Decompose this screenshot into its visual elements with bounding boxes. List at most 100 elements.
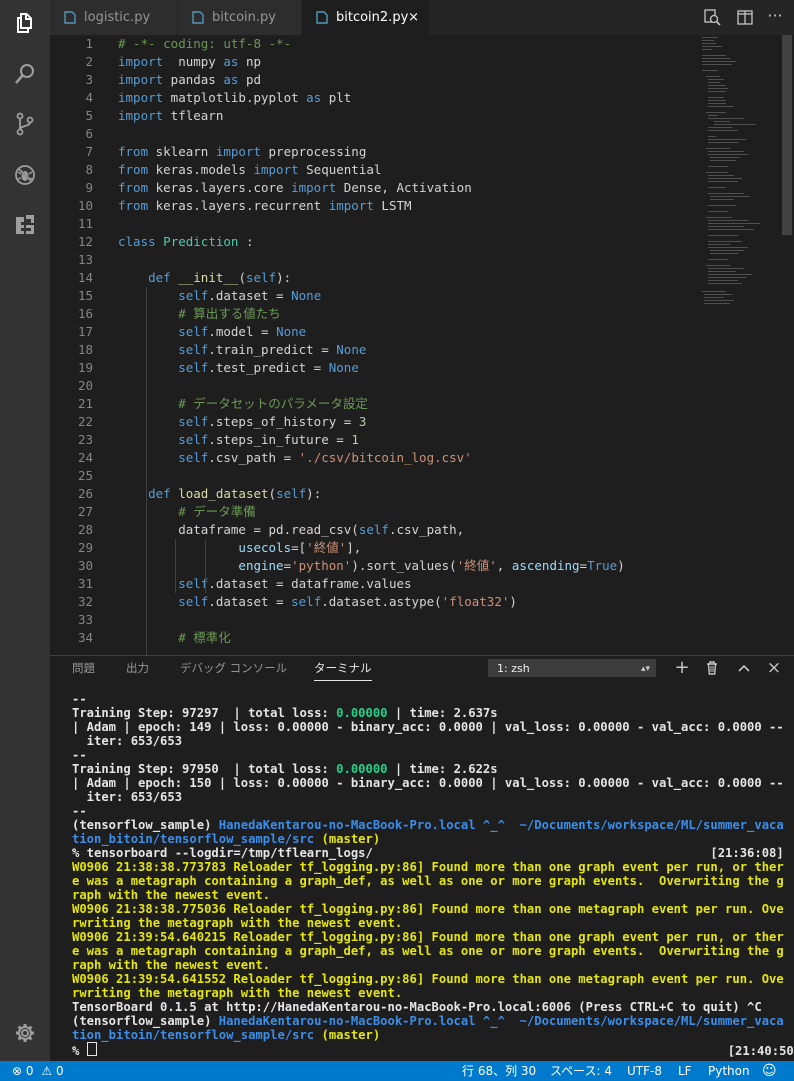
terminal-output[interactable]: -- Training Step: 97297 | total loss: 0.0… (72, 692, 794, 1058)
maximize-panel-icon[interactable] (736, 660, 752, 676)
terminal-line: % tensorboard --logdir=/tmp/tflearn_logs… (72, 846, 784, 860)
line-number: 2 (85, 54, 93, 69)
terminal-line: Training Step: 97950 | total loss: 0.000… (72, 762, 498, 776)
terminal-line: -- (72, 692, 87, 706)
terminal-line: iter: 653/653 (72, 734, 183, 748)
terminal-line: iter: 653/653 (72, 790, 183, 804)
terminal-line: -- (72, 748, 87, 762)
gear-icon[interactable] (13, 1021, 37, 1045)
scrollbar-thumb[interactable] (782, 35, 792, 235)
terminal-line: | Adam | epoch: 149 | loss: 0.00000 - bi… (72, 720, 784, 734)
code-text: self.train_predict = None (178, 342, 367, 357)
terminal-line: (tensorflow_sample) HanedaKentarou-no-Ma… (72, 818, 784, 832)
close-icon[interactable]: × (408, 0, 419, 35)
code-text: self.csv_path = './csv/bitcoin_log.csv' (178, 450, 472, 465)
source-control-icon[interactable] (13, 112, 37, 136)
line-number: 9 (85, 180, 93, 195)
code-text: # 標準化 (178, 630, 231, 645)
warning-icon: ⚠ (41, 1064, 53, 1078)
code-text: import pandas as pd (118, 72, 262, 87)
minimap[interactable] (700, 35, 780, 655)
open-preview-icon[interactable] (704, 9, 722, 27)
line-number: 13 (77, 252, 93, 267)
error-count: 0 (25, 1064, 34, 1078)
code-text: def __init__(self): (148, 270, 292, 285)
line-number: 10 (77, 198, 93, 213)
tab-debug-console[interactable]: デバッグ コンソール (180, 656, 287, 680)
line-number: 33 (77, 612, 93, 627)
line-number: 31 (77, 576, 93, 591)
tab-problems[interactable]: 問題 (72, 656, 95, 680)
indent-guide (205, 539, 206, 593)
indentation-status[interactable]: スペース: 4 (550, 1061, 612, 1081)
terminal-line: W0906 21:39:54.641552 Reloader tf_loggin… (72, 972, 784, 986)
warning-count: 0 (55, 1064, 64, 1078)
code-text: from keras.models import Sequential (118, 162, 382, 177)
line-number: 19 (77, 360, 93, 375)
file-icon (64, 11, 76, 24)
code-text: from keras.layers.core import Dense, Act… (118, 180, 472, 195)
line-number: 15 (77, 288, 93, 303)
tab-bitcoin2[interactable]: bitcoin2.py × (302, 0, 430, 35)
line-number: 4 (85, 90, 93, 105)
indent-guide (175, 539, 176, 593)
code-text: def load_dataset(self): (148, 486, 322, 501)
terminal-line: W0906 21:39:54.640215 Reloader tf_loggin… (72, 930, 784, 944)
terminal-line: raph with the newest event. (72, 958, 271, 972)
line-number: 28 (77, 522, 93, 537)
line-number: 8 (85, 162, 93, 177)
cursor-position[interactable]: 行 68、列 30 (462, 1061, 536, 1081)
close-panel-button[interactable]: × (766, 660, 782, 677)
eol-status[interactable]: LF (678, 1061, 692, 1081)
indent-guide (146, 287, 147, 655)
editor-tab-bar: logistic.py bitcoin.py bitcoin2.py × ··· (50, 0, 794, 35)
search-icon[interactable] (13, 62, 37, 86)
problems-status[interactable]: ⊗ 0 ⚠ 0 (12, 1061, 64, 1081)
code-text: import matplotlib.pyplot as plt (118, 90, 352, 105)
code-text: dataframe = pd.read_csv(self.csv_path, (178, 522, 465, 537)
terminal-line: TensorBoard 0.1.5 at http://HanedaKentar… (72, 1000, 762, 1014)
code-text: usecols=['終値'], (238, 540, 362, 555)
terminal-line: e was a metagraph containing a graph_def… (72, 944, 784, 958)
file-icon (316, 11, 328, 24)
more-actions-icon[interactable]: ··· (766, 8, 784, 27)
tab-label: bitcoin2.py (336, 10, 409, 25)
explorer-icon[interactable] (13, 11, 37, 35)
terminal-line: -- (72, 804, 87, 818)
line-number: 6 (85, 126, 93, 141)
debug-icon[interactable] (13, 163, 37, 187)
code-text: self.test_predict = None (178, 360, 359, 375)
line-number: 27 (77, 504, 93, 519)
code-text: from keras.layers.recurrent import LSTM (118, 198, 412, 213)
line-number: 17 (77, 324, 93, 339)
terminal-select-value: 1: zsh (497, 662, 530, 675)
add-terminal-button[interactable]: + (674, 659, 690, 677)
line-number: 34 (77, 630, 93, 645)
terminal-line: rwriting the metagraph with the newest e… (72, 986, 403, 1000)
line-number: 11 (77, 216, 93, 231)
encoding-status[interactable]: UTF-8 (627, 1061, 662, 1081)
code-text: from sklearn import preprocessing (118, 144, 367, 159)
terminal-select[interactable]: 1: zsh ▴▾ (488, 659, 656, 677)
tab-logistic[interactable]: logistic.py (50, 0, 178, 35)
smiley-icon[interactable]: ☺ (762, 1061, 777, 1081)
editor-scrollbar[interactable] (780, 35, 794, 655)
tab-label: logistic.py (84, 10, 151, 25)
tab-output[interactable]: 出力 (126, 656, 149, 680)
terminal-cursor (86, 1042, 97, 1056)
line-number: 24 (77, 450, 93, 465)
tab-terminal[interactable]: ターミナル (314, 656, 372, 681)
code-text: import tflearn (118, 108, 224, 123)
line-number: 5 (85, 108, 93, 123)
error-icon: ⊗ (12, 1064, 23, 1078)
line-number: 18 (77, 342, 93, 357)
language-mode[interactable]: Python (708, 1061, 750, 1081)
line-number: 7 (85, 144, 93, 159)
tab-bitcoin[interactable]: bitcoin.py (178, 0, 302, 35)
extensions-icon[interactable] (13, 212, 37, 236)
status-bar: ⊗ 0 ⚠ 0 行 68、列 30 スペース: 4 UTF-8 LF Pytho… (0, 1061, 794, 1081)
code-editor[interactable]: 1 # -*- coding: utf-8 -*- 2 import numpy as… (50, 35, 794, 655)
split-editor-icon[interactable] (736, 9, 754, 27)
code-text: # 算出する値たち (178, 306, 281, 321)
trash-icon[interactable] (704, 660, 720, 676)
